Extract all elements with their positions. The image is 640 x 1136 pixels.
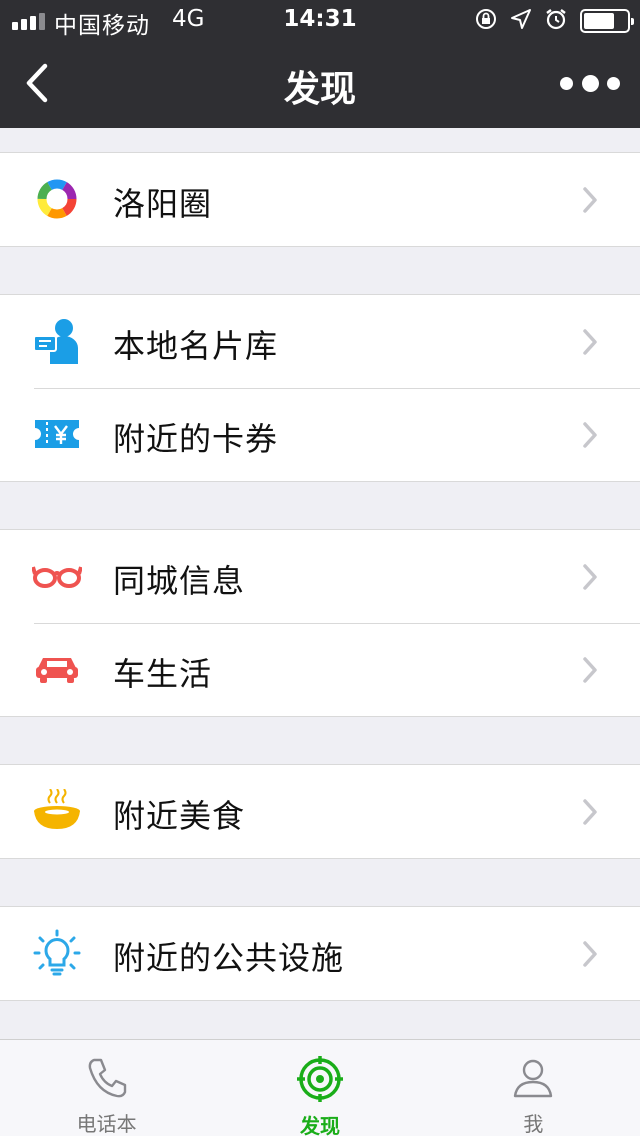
business-card-icon bbox=[32, 318, 82, 364]
chevron-right-icon bbox=[583, 941, 597, 967]
list-item-business-cards[interactable]: 本地名片库 bbox=[0, 295, 640, 388]
person-icon bbox=[509, 1056, 557, 1100]
status-icons bbox=[474, 7, 634, 35]
tab-discover[interactable]: 发现 bbox=[213, 1040, 426, 1136]
top-bar: 中国移动 4G 14:31 发现 bbox=[0, 0, 640, 128]
list-group: 同城信息 车生活 bbox=[0, 529, 640, 717]
list-group: 附近的公共设施 bbox=[0, 906, 640, 1001]
more-button[interactable] bbox=[560, 68, 620, 98]
list-item-public-facilities[interactable]: 附近的公共设施 bbox=[0, 907, 640, 1000]
list-item-label: 附近的卡券 bbox=[113, 420, 279, 458]
list-item-label: 附近美食 bbox=[113, 797, 246, 835]
tab-label: 我 bbox=[523, 1112, 544, 1136]
car-icon bbox=[32, 646, 82, 692]
chevron-right-icon bbox=[583, 657, 597, 683]
circle-moments-icon bbox=[32, 176, 82, 222]
list-item-label: 同城信息 bbox=[113, 562, 246, 600]
coupon-ticket-icon bbox=[32, 411, 82, 457]
tab-phonebook[interactable]: 电话本 bbox=[0, 1040, 213, 1136]
list-item-luoyang-circle[interactable]: 洛阳圈 bbox=[0, 153, 640, 246]
tab-bar: 电话本 发现 我 bbox=[0, 1039, 640, 1136]
battery-icon bbox=[580, 9, 634, 33]
list-group: 洛阳圈 bbox=[0, 152, 640, 247]
tab-me[interactable]: 我 bbox=[427, 1040, 640, 1136]
list-item-nearby-coupons[interactable]: 附近的卡券 bbox=[0, 388, 640, 481]
location-arrow-icon bbox=[510, 8, 532, 34]
chevron-right-icon bbox=[583, 564, 597, 590]
list-group: 附近美食 bbox=[0, 764, 640, 859]
hot-bowl-icon bbox=[32, 788, 82, 834]
page-title: 发现 bbox=[283, 69, 356, 110]
light-bulb-icon bbox=[32, 929, 82, 976]
list-item-label: 洛阳圈 bbox=[113, 185, 213, 223]
list-item-city-info[interactable]: 同城信息 bbox=[0, 530, 640, 623]
chevron-right-icon bbox=[583, 799, 597, 825]
chevron-right-icon bbox=[583, 422, 597, 448]
list-item-label: 本地名片库 bbox=[113, 327, 279, 365]
list-item-label: 车生活 bbox=[113, 655, 213, 693]
glasses-icon bbox=[32, 553, 82, 599]
list-item-label: 附近的公共设施 bbox=[113, 939, 345, 977]
list-item-nearby-food[interactable]: 附近美食 bbox=[0, 765, 640, 858]
phone-icon bbox=[83, 1056, 131, 1100]
list-item-car-life[interactable]: 车生活 bbox=[0, 623, 640, 716]
status-bar: 中国移动 4G 14:31 bbox=[0, 0, 640, 40]
target-icon bbox=[296, 1056, 344, 1102]
alarm-icon bbox=[544, 7, 568, 35]
tab-label: 发现 bbox=[299, 1114, 340, 1136]
tab-label: 电话本 bbox=[76, 1112, 137, 1136]
chevron-right-icon bbox=[583, 329, 597, 355]
navigation-bar: 发现 bbox=[0, 40, 640, 128]
list-group: 本地名片库 附近的卡券 bbox=[0, 294, 640, 482]
chevron-right-icon bbox=[583, 187, 597, 213]
rotation-lock-icon bbox=[474, 7, 498, 35]
more-dots-icon bbox=[560, 76, 573, 90]
